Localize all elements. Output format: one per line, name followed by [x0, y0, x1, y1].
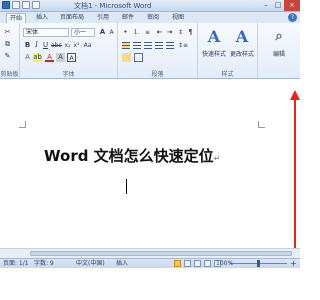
binoculars-icon[interactable]: ⌕	[270, 28, 288, 46]
shrink-font-icon[interactable]: A	[107, 28, 116, 37]
text-effects-icon[interactable]: A	[23, 53, 32, 62]
print-layout-icon[interactable]	[174, 260, 181, 267]
numbering-icon[interactable]: 1.	[132, 28, 141, 37]
undo-icon[interactable]	[22, 1, 30, 9]
italic-icon[interactable]: I	[32, 41, 41, 50]
word-count[interactable]: 字数: 9	[34, 260, 54, 268]
line-spacing-icon[interactable]: ↕≡	[178, 41, 188, 50]
increase-indent-icon[interactable]: ⇥	[165, 28, 174, 37]
align-right-icon[interactable]	[144, 42, 152, 49]
change-case-icon[interactable]: Aa	[83, 41, 92, 50]
quick-styles-label[interactable]: 快速样式	[200, 49, 228, 58]
status-bar: 页面: 1/1 字数: 9 中文(中国) 插入 100% − +	[0, 258, 300, 268]
change-styles-label[interactable]: 更改样式	[228, 49, 256, 58]
superscript-icon[interactable]: x²	[72, 41, 81, 50]
insert-mode[interactable]: 插入	[116, 260, 128, 268]
character-shading-icon[interactable]: A	[56, 53, 65, 62]
close-button[interactable]: ×	[284, 0, 300, 11]
save-icon[interactable]	[12, 1, 20, 9]
sort-icon[interactable]: ↕	[176, 28, 185, 37]
tab-home[interactable]: 开始	[6, 13, 27, 23]
tab-mailings[interactable]: 邮件	[122, 13, 134, 23]
styles-group: A 快速样式 A 更改样式 样式	[198, 23, 258, 79]
font-name-dropdown[interactable]: 宋体	[23, 28, 69, 37]
editing-group: ⌕ 编辑	[258, 23, 300, 79]
paragraph-group-label: 段落	[151, 71, 164, 78]
scrollbar-thumb[interactable]	[30, 251, 292, 256]
outline-icon[interactable]	[204, 260, 211, 267]
cut-icon[interactable]: ✂	[3, 28, 12, 37]
underline-icon[interactable]: U	[41, 41, 50, 50]
web-layout-icon[interactable]	[194, 260, 201, 267]
multilevel-list-icon[interactable]: ≡	[143, 28, 152, 37]
bold-icon[interactable]: B	[23, 41, 32, 50]
font-group: 宋体 小一 A A B I U abc x₂ x² Aa A ab A A A …	[20, 23, 118, 79]
title-bar: 文档1 - Microsoft Word – □ ×	[0, 0, 300, 12]
maximize-button[interactable]: □	[272, 0, 284, 11]
help-icon[interactable]: ?	[288, 13, 297, 22]
tab-page-layout[interactable]: 页面布局	[60, 13, 84, 23]
font-group-label: 字体	[62, 71, 75, 78]
paragraph-group: • 1. ≡ ⇤ ⇥ ↕ ¶ ↕≡ 段落	[118, 23, 198, 79]
borders-icon[interactable]	[134, 53, 143, 62]
copy-icon[interactable]: ⧉	[3, 40, 12, 49]
quick-access-toolbar	[2, 1, 40, 9]
decrease-indent-icon[interactable]: ⇤	[155, 28, 164, 37]
tab-view[interactable]: 视图	[172, 13, 184, 23]
change-styles-icon[interactable]: A	[233, 28, 251, 46]
strikethrough-icon[interactable]: abc	[51, 41, 62, 50]
bullets-icon[interactable]: •	[121, 28, 130, 37]
document-heading[interactable]: Word 文档怎么快速定位↵	[44, 145, 220, 166]
styles-group-label: 样式	[221, 71, 234, 78]
tab-review[interactable]: 审阅	[147, 13, 159, 23]
font-size-dropdown[interactable]: 小一	[71, 28, 95, 37]
margin-mark-top-left	[19, 121, 26, 128]
distributed-icon[interactable]	[166, 42, 174, 49]
ribbon-tabs: 开始 插入 页面布局 引用 邮件 审阅 视图 ?	[0, 12, 300, 23]
paragraph-shading-icon[interactable]	[122, 53, 131, 62]
quick-styles-icon[interactable]: A	[205, 28, 223, 46]
font-color-icon[interactable]: A	[45, 53, 54, 62]
character-border-icon[interactable]: A	[67, 53, 76, 62]
text-cursor	[126, 179, 127, 194]
paragraph-mark: ↵	[213, 154, 221, 163]
language-indicator[interactable]: 中文(中国)	[76, 260, 105, 268]
clipboard-group: ✂ ⧉ ✎ 剪贴板	[0, 23, 20, 79]
tab-references[interactable]: 引用	[97, 13, 109, 23]
clipboard-group-label: 剪贴板	[0, 71, 19, 78]
subscript-icon[interactable]: x₂	[63, 41, 72, 50]
align-left-icon[interactable]	[122, 42, 130, 49]
minimize-button[interactable]: –	[260, 0, 272, 11]
zoom-in-icon[interactable]: +	[290, 259, 297, 268]
align-center-icon[interactable]	[133, 42, 141, 49]
window-controls: – □ ×	[260, 0, 300, 11]
grow-font-icon[interactable]: A	[98, 28, 107, 37]
margin-mark-top-right	[258, 121, 265, 128]
window-title: 文档1 - Microsoft Word	[74, 2, 152, 10]
document-heading-text[interactable]: Word 文档怎么快速定位	[44, 147, 214, 165]
horizontal-scrollbar[interactable]	[0, 248, 300, 258]
justify-icon[interactable]	[155, 42, 163, 49]
full-screen-reading-icon[interactable]	[184, 260, 191, 267]
zoom-slider-thumb[interactable]	[257, 260, 260, 267]
office-button-icon[interactable]	[2, 1, 10, 9]
document-area[interactable]: Word 文档怎么快速定位↵	[0, 80, 300, 258]
ribbon: ✂ ⧉ ✎ 剪贴板 宋体 小一 A A B I U abc x₂ x² Aa A…	[0, 23, 300, 79]
editing-label[interactable]: 编辑	[260, 49, 298, 58]
show-marks-icon[interactable]: ¶	[186, 28, 195, 37]
double-arrow-icon	[290, 90, 300, 258]
page-count[interactable]: 页面: 1/1	[3, 260, 29, 268]
desktop-area	[0, 268, 300, 300]
tab-insert[interactable]: 插入	[36, 13, 48, 23]
format-painter-icon[interactable]: ✎	[3, 52, 12, 61]
view-buttons	[174, 260, 221, 267]
redo-icon[interactable]	[32, 1, 40, 9]
highlight-icon[interactable]: ab	[33, 53, 42, 62]
